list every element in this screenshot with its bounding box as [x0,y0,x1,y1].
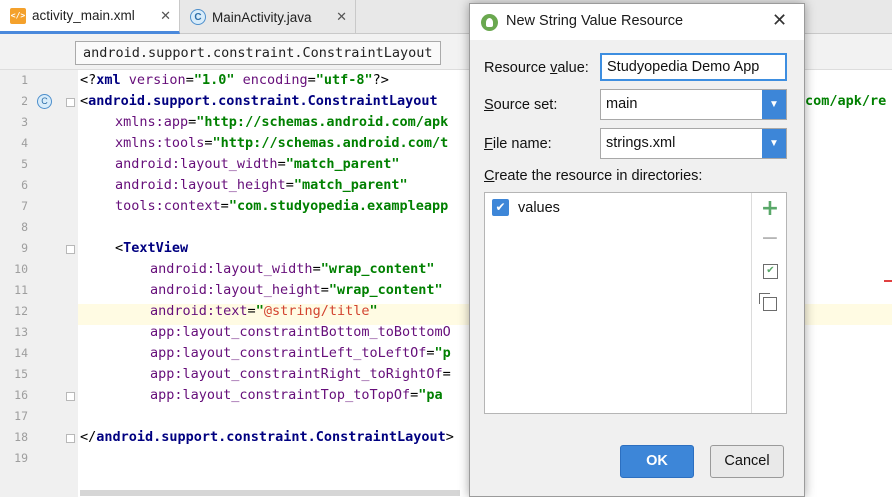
horizontal-scrollbar[interactable] [80,490,460,496]
dialog-title: New String Value Resource [506,13,684,29]
line-number: 16 [14,388,28,402]
code-line-16: app:layout_constraintTop_toTopOf="pa [150,387,443,403]
xml-file-icon: </> [10,7,26,24]
line-number: 10 [14,262,28,276]
line-number: 17 [14,409,28,423]
line-number: 2 [21,94,28,108]
directories-panel: ✔ values + − ✔ [484,192,787,414]
line-number: 5 [21,157,28,171]
tab-label: activity_main.xml [32,8,135,23]
code-line-14: app:layout_constraintLeft_toLeftOf="p [150,345,451,361]
ok-button[interactable]: OK [620,445,694,478]
code-line-9: <TextView [115,240,189,256]
remove-icon[interactable]: − [760,228,780,250]
line-number: 6 [21,178,28,192]
line-number: 18 [14,430,28,444]
code-line-4: xmlns:tools="http://schemas.android.com/… [115,135,449,151]
code-line-18: </android.support.constraint.ConstraintL… [80,429,454,445]
code-line-11: android:layout_height="wrap_content" [150,282,443,298]
fold-toggle-icon[interactable] [66,392,75,401]
tab-label: MainActivity.java [212,9,312,25]
file-name-dropdown[interactable]: strings.xml ▼ [600,128,787,159]
line-number: 13 [14,325,28,339]
class-gutter-icon[interactable]: C [37,94,52,109]
code-line-1: <?xml version="1.0" encoding="utf-8"?> [80,72,389,88]
source-set-value: main [606,96,638,112]
code-line-15: app:layout_constraintRight_toRightOf= [150,366,451,382]
file-name-label: File name: [484,136,552,152]
android-studio-icon [481,14,498,31]
close-tab-icon[interactable]: ✕ [160,8,171,24]
chevron-down-icon[interactable]: ▼ [762,129,786,158]
line-number: 1 [21,73,28,87]
line-number: 7 [21,199,28,213]
new-string-value-resource-dialog: New String Value Resource ✕ Resource val… [469,3,805,497]
code-line-3: xmlns:app="http://schemas.android.com/ap… [115,114,449,130]
line-number: 15 [14,367,28,381]
code-line-7: tools:context="com.studyopedia.exampleap… [115,198,449,214]
tab-main-activity-java[interactable]: C MainActivity.java ✕ [180,0,356,34]
directories-list[interactable]: ✔ values [485,193,752,413]
cancel-button[interactable]: Cancel [710,445,784,478]
close-tab-icon[interactable]: ✕ [336,9,347,25]
add-icon[interactable]: + [760,198,780,220]
resource-value-input[interactable]: Studyopedia Demo App [600,53,787,81]
code-line-2-tail: com/apk/re [805,93,887,109]
chevron-down-icon[interactable]: ▼ [762,90,786,119]
fold-toggle-icon[interactable] [66,245,75,254]
editor-gutter: 1 2 3 4 5 6 7 8 9 10 11 12 13 14 15 16 1… [0,70,78,497]
line-number: 8 [21,220,28,234]
line-number: 19 [14,451,28,465]
source-set-label: Source set: [484,97,558,113]
code-line-2: <android.support.constraint.ConstraintLa… [80,93,438,109]
values-checkbox[interactable]: ✔ [492,199,509,216]
code-line-12: android:text="@string/title" [150,303,378,319]
line-number: 14 [14,346,28,360]
java-class-icon: C [190,9,206,25]
tab-activity-main-xml[interactable]: </> activity_main.xml ✕ [0,0,180,34]
code-line-10: android:layout_width="wrap_content" [150,261,435,277]
fold-toggle-icon[interactable] [66,434,75,443]
line-number: 12 [14,304,28,318]
directory-label: values [518,200,560,216]
error-stripe-marker[interactable] [884,280,892,282]
line-number: 11 [14,283,28,297]
code-line-6: android:layout_height="match_parent" [115,177,408,193]
close-icon[interactable]: ✕ [772,10,787,31]
copy-icon[interactable] [759,293,777,311]
breadcrumb[interactable]: android.support.constraint.ConstraintLay… [75,41,441,65]
line-number: 3 [21,115,28,129]
line-number: 4 [21,136,28,150]
fold-toggle-icon[interactable] [66,98,75,107]
dialog-title-bar: New String Value Resource ✕ [470,4,804,40]
line-number: 9 [21,241,28,255]
code-line-5: android:layout_width="match_parent" [115,156,400,172]
resource-value-label: Resource value: [484,60,589,76]
file-name-value: strings.xml [606,135,676,151]
select-all-icon[interactable]: ✔ [763,264,778,279]
code-line-13: app:layout_constraintBottom_toBottomO [150,324,451,340]
directories-label: Create the resource in directories: [484,168,703,184]
source-set-dropdown[interactable]: main ▼ [600,89,787,120]
